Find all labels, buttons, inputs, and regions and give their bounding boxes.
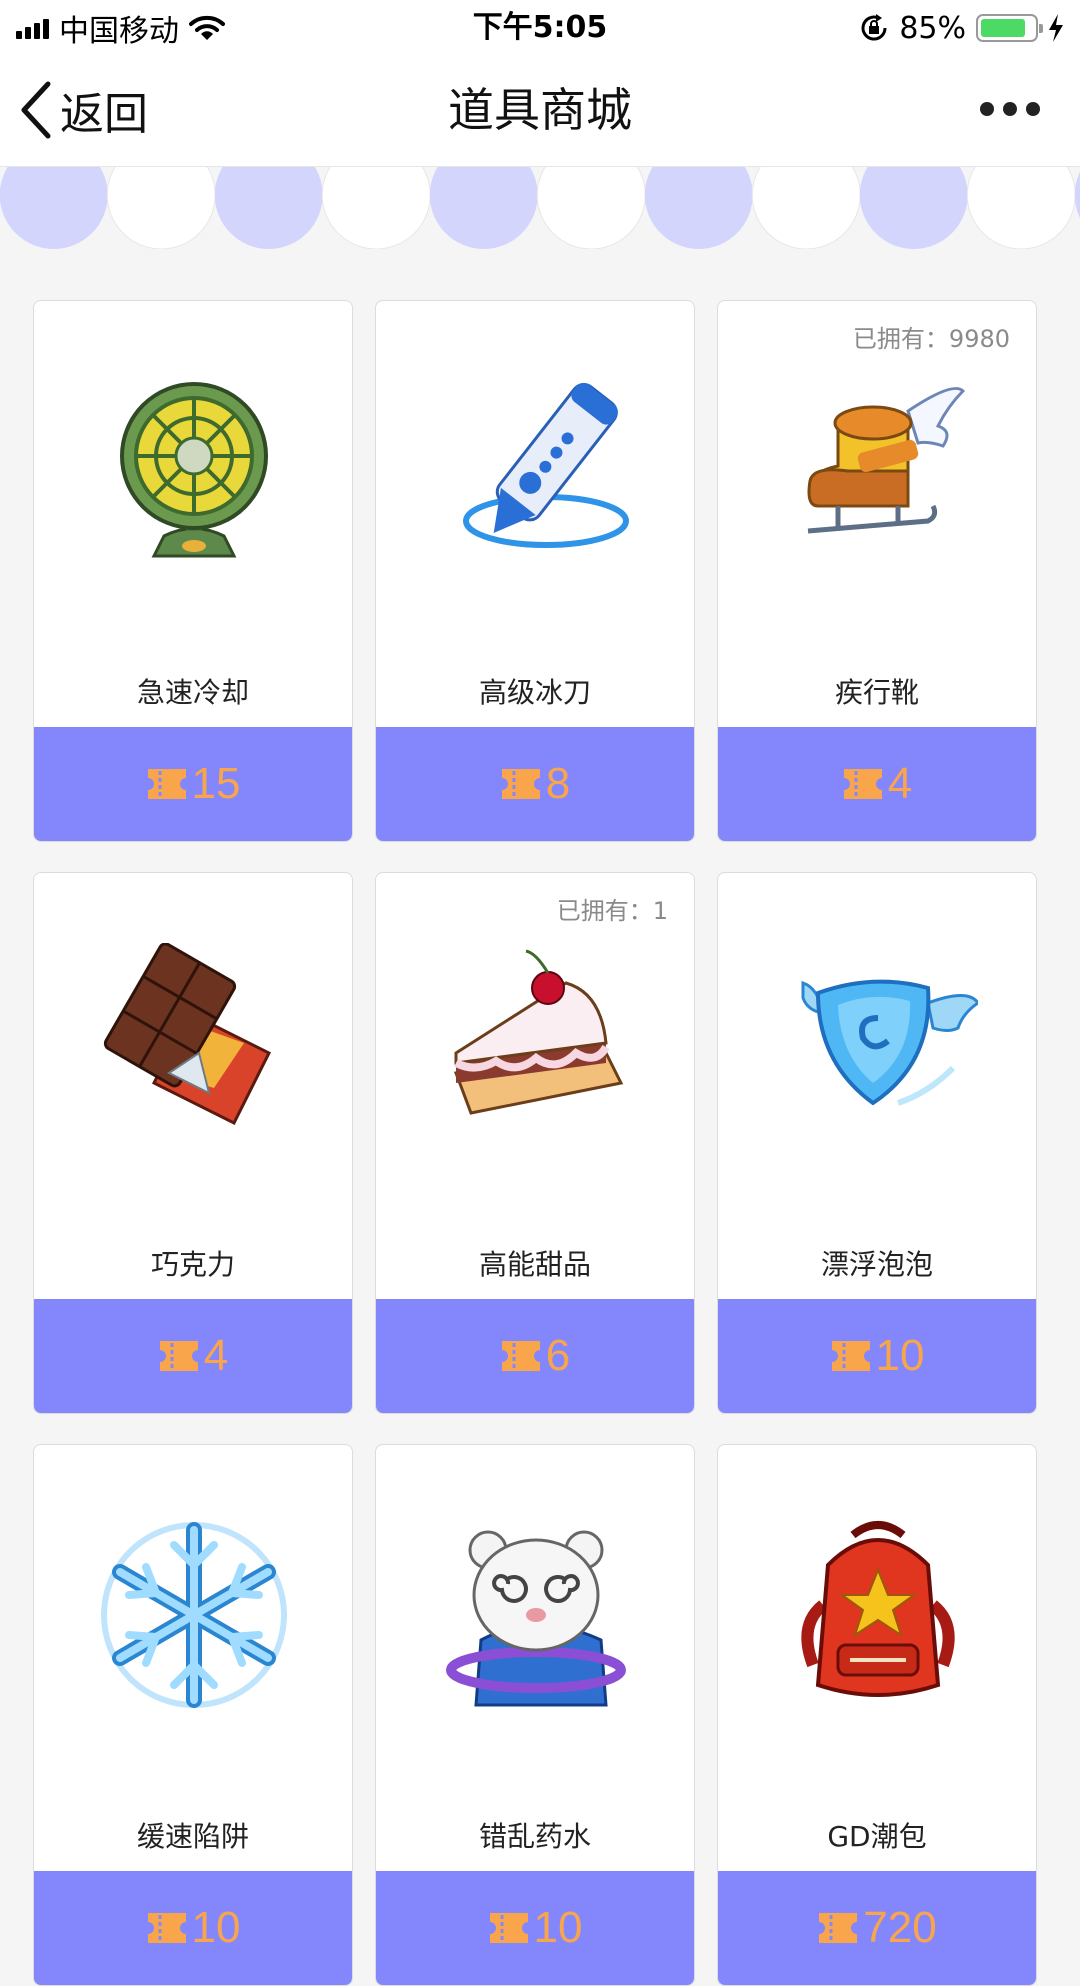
price-button[interactable]: 10 bbox=[718, 1299, 1036, 1413]
item-card-7[interactable]: 缓速陷阱 10 bbox=[33, 1444, 353, 1986]
ticket-icon bbox=[842, 767, 884, 801]
item-card-1[interactable]: 急速冷却 15 bbox=[33, 300, 353, 842]
ticket-icon bbox=[146, 1911, 188, 1945]
item-card-6[interactable]: 漂浮泡泡 10 bbox=[717, 872, 1037, 1414]
item-name: 高能甜品 bbox=[376, 1243, 694, 1283]
item-price: 4 bbox=[204, 1331, 228, 1381]
snowflake-icon bbox=[94, 1515, 294, 1715]
item-card-2[interactable]: 高级冰刀 8 bbox=[375, 300, 695, 842]
item-price: 10 bbox=[534, 1903, 583, 1953]
winged-shield-icon bbox=[778, 943, 978, 1143]
back-label: 返回 bbox=[60, 78, 148, 142]
ice-blade-icon bbox=[436, 371, 636, 571]
scalloped-awning bbox=[0, 167, 1080, 249]
item-price: 6 bbox=[546, 1331, 570, 1381]
ticket-icon bbox=[830, 1339, 872, 1373]
price-button[interactable]: 6 bbox=[376, 1299, 694, 1413]
chocolate-icon bbox=[94, 943, 294, 1143]
ticket-icon bbox=[158, 1339, 200, 1373]
item-card-4[interactable]: 巧克力 4 bbox=[33, 872, 353, 1414]
item-card-8[interactable]: 错乱药水 10 bbox=[375, 1444, 695, 1986]
item-price: 15 bbox=[192, 759, 241, 809]
orientation-lock-icon bbox=[859, 13, 889, 43]
item-name: 漂浮泡泡 bbox=[718, 1243, 1036, 1283]
item-grid: 急速冷却 15 高级冰刀 bbox=[33, 300, 1037, 1986]
item-name: 缓速陷阱 bbox=[34, 1815, 352, 1855]
price-button[interactable]: 4 bbox=[718, 727, 1036, 841]
dizzy-bear-icon bbox=[436, 1515, 636, 1715]
item-card-5[interactable]: 已拥有：1 高能甜品 6 bbox=[375, 872, 695, 1414]
page-title: 道具商城 bbox=[0, 82, 1080, 138]
fan-icon bbox=[94, 371, 294, 571]
item-name: 错乱药水 bbox=[376, 1815, 694, 1855]
item-name: 急速冷却 bbox=[34, 671, 352, 711]
item-price: 8 bbox=[546, 759, 570, 809]
item-card-3[interactable]: 已拥有：9980 疾行靴 4 bbox=[717, 300, 1037, 842]
item-name: GD潮包 bbox=[718, 1815, 1036, 1855]
item-name: 巧克力 bbox=[34, 1243, 352, 1283]
price-button[interactable]: 4 bbox=[34, 1299, 352, 1413]
item-card-9[interactable]: GD潮包 720 bbox=[717, 1444, 1037, 1986]
item-price: 4 bbox=[888, 759, 912, 809]
price-button[interactable]: 720 bbox=[718, 1871, 1036, 1985]
price-button[interactable]: 8 bbox=[376, 727, 694, 841]
item-name: 高级冰刀 bbox=[376, 671, 694, 711]
ticket-icon bbox=[500, 767, 542, 801]
battery-percent: 85% bbox=[899, 11, 966, 46]
ticket-icon bbox=[146, 767, 188, 801]
price-button[interactable]: 15 bbox=[34, 727, 352, 841]
ticket-icon bbox=[500, 1339, 542, 1373]
nav-bar: 返回 道具商城 bbox=[0, 54, 1080, 167]
more-dots-icon[interactable] bbox=[980, 94, 1040, 124]
chevron-left-icon bbox=[18, 80, 52, 140]
backpack-icon bbox=[778, 1515, 978, 1715]
ticket-icon bbox=[817, 1911, 859, 1945]
price-button[interactable]: 10 bbox=[376, 1871, 694, 1985]
winged-skate-icon bbox=[778, 371, 978, 571]
ticket-icon bbox=[488, 1911, 530, 1945]
owned-count: 已拥有：1 bbox=[557, 891, 668, 926]
status-bar: 中国移动 下午5:05 85% bbox=[0, 0, 1080, 54]
item-price: 720 bbox=[863, 1903, 936, 1953]
item-price: 10 bbox=[876, 1331, 925, 1381]
cake-icon bbox=[436, 943, 636, 1143]
price-button[interactable]: 10 bbox=[34, 1871, 352, 1985]
item-name: 疾行靴 bbox=[718, 671, 1036, 711]
item-price: 10 bbox=[192, 1903, 241, 1953]
battery-icon bbox=[976, 14, 1038, 42]
owned-count: 已拥有：9980 bbox=[853, 319, 1010, 354]
charging-bolt-icon bbox=[1048, 14, 1064, 42]
back-button[interactable]: 返回 bbox=[18, 80, 148, 140]
